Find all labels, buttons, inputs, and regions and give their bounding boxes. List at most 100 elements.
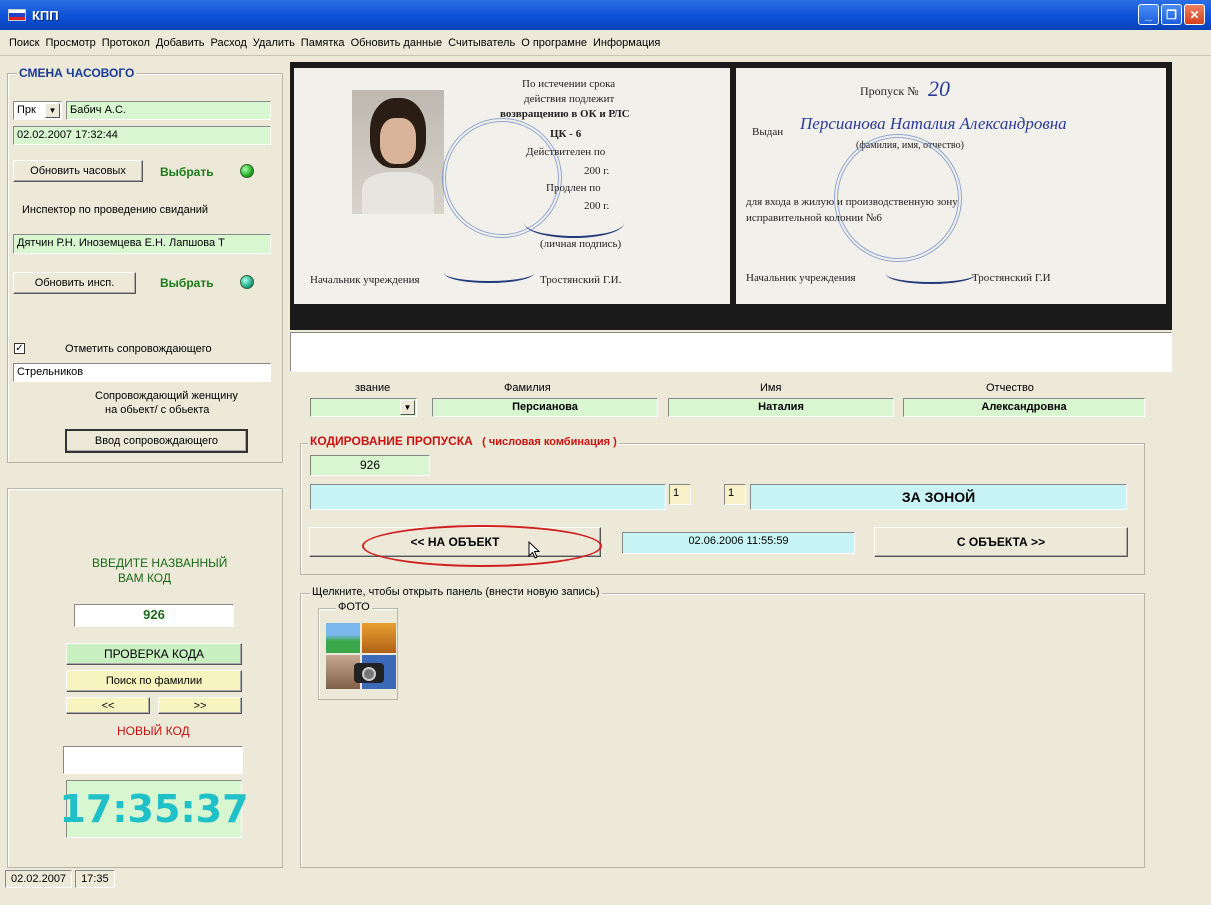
- client-area: СМЕНА ЧАСОВОГО Прк ▼ Бабич А.С. 02.02.20…: [0, 56, 1211, 905]
- flag-icon: [8, 9, 26, 21]
- purpose-line1: для входа в жилую и производственную зон…: [746, 196, 958, 208]
- issued-to: Персианова Наталия Александровна: [800, 114, 1067, 133]
- menu-delete[interactable]: Удалить: [250, 37, 298, 49]
- code-heading-line1: ВВЕДИТЕ НАЗВАННЫЙ: [92, 556, 228, 570]
- chevron-down-icon[interactable]: ▼: [400, 400, 415, 415]
- menu-bar: Поиск Просмотр Протокол Добавить Расход …: [0, 30, 1211, 56]
- pass-card-left: По истечении срока действия подлежит воз…: [294, 68, 730, 304]
- select-guard-link[interactable]: Выбрать: [160, 165, 214, 179]
- surname-label: Фамилия: [504, 382, 551, 394]
- highlight-ellipse: [362, 525, 602, 567]
- records-group: [300, 593, 1145, 868]
- rank-combo[interactable]: ▼: [310, 398, 417, 417]
- pass-coding-title: КОДИРОВАНИЕ ПРОПУСКА: [310, 434, 473, 448]
- guard-datetime-field[interactable]: 02.02.2007 17:32:44: [13, 126, 271, 145]
- guard-shift-title: СМЕНА ЧАСОВОГО: [17, 66, 137, 80]
- window-title: КПП: [32, 7, 59, 23]
- records-group-title[interactable]: Щелкните, чтобы открыть панель (внести н…: [310, 586, 602, 598]
- menu-view[interactable]: Просмотр: [42, 37, 98, 49]
- scan-caption-strip: [290, 332, 1172, 372]
- mouse-cursor-icon: [528, 541, 541, 559]
- minimize-button[interactable]: _: [1138, 4, 1159, 25]
- name-label: Имя: [760, 382, 782, 394]
- chief-signature-icon: [444, 263, 534, 283]
- menu-about[interactable]: О програмне: [518, 37, 590, 49]
- escort-note-line1: Сопровождающий женщину: [95, 390, 238, 402]
- next-button[interactable]: >>: [158, 697, 242, 714]
- menu-refresh-data[interactable]: Обновить данные: [348, 37, 446, 49]
- menu-protocol[interactable]: Протокол: [99, 37, 153, 49]
- menu-reader[interactable]: Считыватель: [445, 37, 518, 49]
- signature-icon: [524, 208, 624, 238]
- enter-escort-button[interactable]: Ввод сопровождающего: [65, 429, 248, 453]
- escort-note-line2: на обьект/ с обьекта: [105, 404, 210, 416]
- pass-coding-title-wrap: КОДИРОВАНИЕ ПРОПУСКА ( числовая комбинац…: [308, 434, 619, 448]
- surname-field[interactable]: Персианова: [432, 398, 658, 417]
- menu-add[interactable]: Добавить: [153, 37, 208, 49]
- left-card-line5: Действителен по: [526, 146, 606, 158]
- new-code-label: НОВЫЙ КОД: [117, 724, 190, 738]
- menu-info[interactable]: Информация: [590, 37, 663, 49]
- status-bar: 02.02.2007 17:35: [0, 867, 1211, 891]
- menu-search[interactable]: Поиск: [6, 37, 42, 49]
- left-card-line4: ЦК - 6: [550, 128, 582, 140]
- select-inspector-link[interactable]: Выбрать: [160, 276, 214, 290]
- left-card-line3: возвращению в ОК и РЛС: [500, 108, 630, 120]
- refresh-guards-button[interactable]: Обновить часовых: [13, 160, 143, 182]
- search-by-surname-button[interactable]: Поиск по фамилии: [66, 670, 242, 692]
- clock-display: 17:35:37: [59, 780, 249, 838]
- left-card-line7: Продлен по: [546, 182, 601, 194]
- escort-checkbox[interactable]: ✓: [14, 343, 25, 354]
- rank-select-value: Прк: [17, 104, 36, 116]
- right-chief-signature-icon: [886, 264, 976, 284]
- refresh-inspectors-button[interactable]: Обновить инсп.: [13, 272, 136, 294]
- left-card-line1: По истечении срока: [522, 78, 616, 90]
- num-field-2[interactable]: 1: [724, 484, 746, 505]
- from-object-button[interactable]: С ОБЪЕКТА >>: [874, 527, 1128, 557]
- inspector-heading: Инспектор по проведению свиданий: [22, 204, 209, 216]
- left-chief-label: Начальник учреждения: [310, 274, 420, 286]
- pass-number: 20: [928, 76, 950, 101]
- inspectors-field[interactable]: Дятчин Р.Н. Иноземцева Е.Н. Лапшова Т: [13, 234, 271, 254]
- left-chief-name: Тростянский Г.И.: [540, 274, 622, 286]
- menu-memo[interactable]: Памятка: [298, 37, 348, 49]
- left-card-line9: (личная подпись): [540, 238, 622, 250]
- guard-name-field[interactable]: Бабич А.С.: [66, 101, 271, 120]
- guard-status-led-icon: [240, 164, 254, 178]
- num-field-1[interactable]: 1: [669, 484, 691, 505]
- code-heading-line2: ВАМ КОД: [118, 571, 171, 585]
- pass-coding-subtitle: ( числовая комбинация ): [482, 436, 617, 448]
- portrait-photo: [352, 90, 444, 214]
- name-field[interactable]: Наталия: [668, 398, 894, 417]
- rank-select[interactable]: Прк ▼: [13, 101, 62, 120]
- status-time: 17:35: [75, 870, 115, 888]
- escort-name-field[interactable]: Стрельников: [13, 363, 271, 382]
- event-timestamp-field: 02.06.2006 11:55:59: [622, 532, 855, 554]
- title-bar: КПП _ ❐ ✕: [0, 0, 1211, 30]
- patronymic-field[interactable]: Александровна: [903, 398, 1145, 417]
- prev-button[interactable]: <<: [66, 697, 150, 714]
- close-button[interactable]: ✕: [1184, 4, 1205, 25]
- right-chief-name: Тростянский Г.И: [972, 272, 1051, 284]
- menu-expense[interactable]: Расход: [208, 37, 250, 49]
- chevron-down-icon[interactable]: ▼: [45, 103, 60, 118]
- left-card-line2: действия подлежит: [524, 93, 615, 105]
- code-input[interactable]: 926: [74, 604, 234, 627]
- patronymic-label: Отчество: [986, 382, 1034, 394]
- pass-scan-image: По истечении срока действия подлежит воз…: [290, 62, 1172, 330]
- zone-status-field: ЗА ЗОНОЙ: [750, 484, 1127, 510]
- issued-label: Выдан: [752, 126, 784, 138]
- check-code-button[interactable]: ПРОВЕРКА КОДА: [66, 643, 242, 665]
- photo-group-title: ФОТО: [336, 601, 372, 613]
- pass-code-field[interactable]: 926: [310, 455, 430, 476]
- pass-long-field[interactable]: [310, 484, 666, 510]
- restore-button[interactable]: ❐: [1161, 4, 1182, 25]
- pass-number-label: Пропуск №: [860, 84, 919, 98]
- photo-album-icon[interactable]: [326, 623, 396, 689]
- escort-checkbox-label: Отметить сопровождающего: [65, 343, 212, 355]
- inspector-status-led-icon: [240, 275, 254, 289]
- status-date: 02.02.2007: [5, 870, 73, 888]
- rank-label: звание: [355, 382, 391, 394]
- right-chief-label: Начальник учреждения: [746, 272, 856, 284]
- new-code-field[interactable]: [63, 746, 243, 774]
